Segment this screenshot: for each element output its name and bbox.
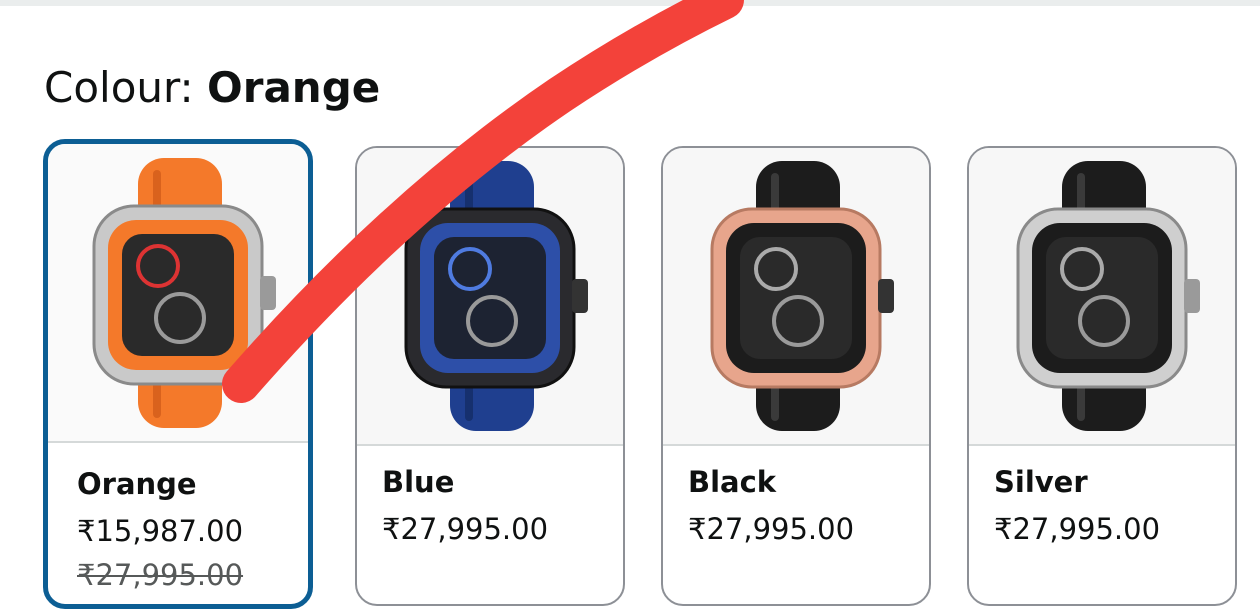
- watch-crown: [260, 275, 276, 310]
- colour-swatch-black[interactable]: Black ₹27,995.00: [661, 146, 931, 606]
- product-image: [357, 148, 623, 446]
- colour-swatch-blue[interactable]: Blue ₹27,995.00: [355, 146, 625, 606]
- swatch-name: Blue: [382, 465, 455, 499]
- product-image: [48, 144, 308, 443]
- watch-image: [404, 161, 588, 431]
- swatch-price: ₹27,995.00: [688, 512, 855, 546]
- watch-crown: [572, 279, 588, 313]
- colour-heading: Colour: Orange: [44, 58, 380, 118]
- swatch-name: Silver: [994, 465, 1088, 499]
- watch-crown: [878, 279, 894, 313]
- watch-image: [92, 157, 276, 428]
- top-divider: [0, 0, 1260, 6]
- swatch-list-price: ₹27,995.00: [77, 558, 244, 592]
- swatch-name: Black: [688, 465, 777, 499]
- product-image: [663, 148, 929, 446]
- swatch-price: ₹27,995.00: [994, 512, 1161, 546]
- colour-swatch-silver[interactable]: Silver ₹27,995.00: [967, 146, 1237, 606]
- product-image: [969, 148, 1235, 446]
- watch-image: [710, 161, 894, 431]
- colour-label: Colour:: [44, 63, 208, 112]
- swatch-price: ₹15,987.00: [77, 514, 244, 548]
- watch-crown: [1184, 279, 1200, 313]
- selected-colour-name: Orange: [207, 63, 381, 112]
- swatch-price: ₹27,995.00: [382, 512, 549, 546]
- swatch-name: Orange: [77, 467, 197, 501]
- colour-swatch-orange[interactable]: Orange ₹15,987.00 ₹27,995.00: [43, 139, 313, 609]
- watch-image: [1016, 161, 1200, 431]
